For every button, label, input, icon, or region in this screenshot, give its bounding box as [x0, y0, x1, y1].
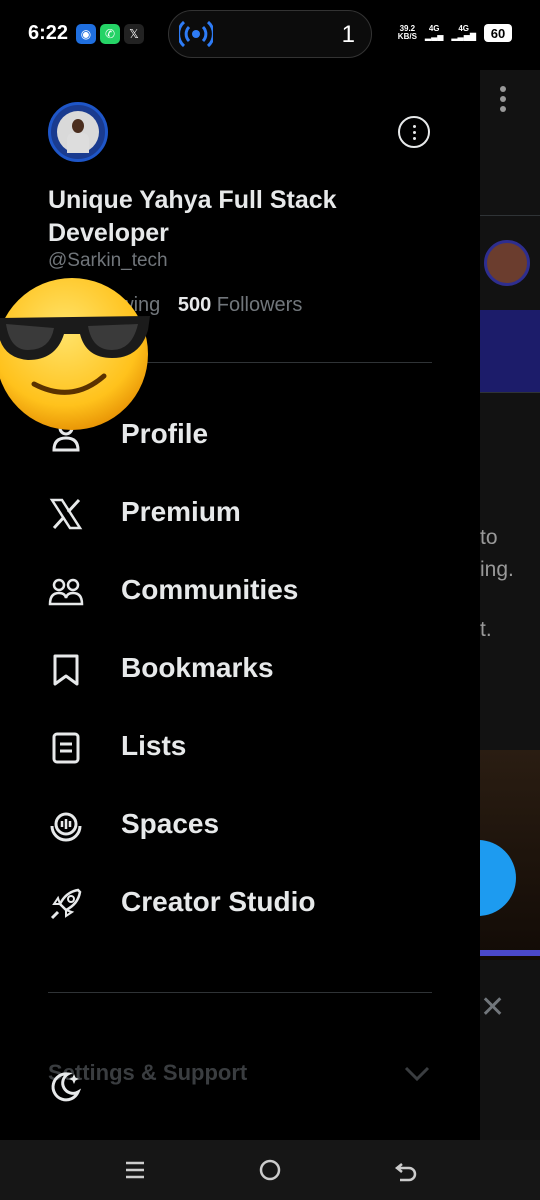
- spaces-icon: [50, 812, 82, 842]
- menu-item-spaces[interactable]: Spaces: [0, 794, 480, 854]
- profile-handle: @Sarkin_tech: [48, 250, 168, 271]
- menu-item-bookmarks[interactable]: Bookmarks: [0, 638, 480, 698]
- close-icon[interactable]: ✕: [480, 990, 505, 1025]
- list-icon: [52, 732, 80, 764]
- overflow-menu-icon[interactable]: [500, 86, 506, 112]
- messenger-app-icon: ◉: [76, 24, 96, 44]
- feed-text: to: [480, 526, 498, 549]
- background-feed: to ing. t. ✕: [480, 70, 540, 1140]
- recents-icon[interactable]: [124, 1160, 146, 1180]
- broadcast-icon: [179, 20, 213, 48]
- menu-item-label: Premium: [121, 496, 241, 527]
- whatsapp-app-icon: ✆: [100, 24, 120, 44]
- menu-item-communities[interactable]: Communities: [0, 560, 480, 620]
- communities-icon: [48, 578, 84, 606]
- feed-bar: [480, 950, 540, 956]
- menu-item-premium[interactable]: Premium: [0, 482, 480, 542]
- battery-icon: 60: [484, 24, 512, 42]
- menu-item-label: Communities: [121, 574, 299, 605]
- navigation-drawer: Unique Yahya Full Stack Developer @Sarki…: [0, 70, 480, 1140]
- avatar[interactable]: [48, 102, 108, 162]
- rocket-icon: [50, 888, 82, 920]
- feed-avatar: [484, 240, 530, 286]
- followers-count[interactable]: 500: [178, 294, 211, 316]
- clock: 6:22: [28, 22, 69, 44]
- live-activity-pill[interactable]: 1: [168, 10, 372, 58]
- status-bar: 6:22 ◉ ✆ 𝕏 1 39.2 KB/S 4G ▂▃▅ 4G ▂▃▅▇ 60: [0, 0, 540, 70]
- status-indicators: 39.2 KB/S 4G ▂▃▅ 4G ▂▃▅▇ 60: [398, 24, 512, 42]
- net-speed: 39.2 KB/S: [397, 24, 417, 41]
- system-nav-bar: [0, 1140, 540, 1200]
- signal-2: 4G ▂▃▅▇: [451, 24, 476, 41]
- menu-item-creator-studio[interactable]: Creator Studio: [0, 872, 480, 932]
- home-icon[interactable]: [258, 1158, 282, 1182]
- menu-item-lists[interactable]: Lists: [0, 716, 480, 776]
- x-logo-icon: [49, 498, 83, 530]
- chevron-down-icon[interactable]: [404, 1066, 430, 1082]
- live-count: 1: [341, 21, 355, 48]
- bookmark-icon: [53, 654, 79, 686]
- feed-highlight: [480, 310, 540, 392]
- x-app-icon: 𝕏: [124, 24, 144, 44]
- sunglasses-emoji-icon: [0, 278, 150, 430]
- followers-label[interactable]: Followers: [217, 294, 303, 316]
- menu-item-label: Creator Studio: [121, 886, 316, 917]
- menu-item-label: Spaces: [121, 808, 220, 839]
- signal-1: 4G ▂▃▅: [424, 24, 444, 41]
- divider: [48, 992, 432, 993]
- menu-item-label: Lists: [121, 730, 187, 761]
- feed-text: ing.: [480, 558, 514, 581]
- profile-name: Unique Yahya Full Stack Developer: [48, 186, 337, 247]
- back-icon[interactable]: [394, 1158, 418, 1182]
- menu-item-label: Bookmarks: [121, 652, 274, 683]
- more-options-icon[interactable]: [398, 116, 430, 148]
- moon-icon[interactable]: [48, 1070, 82, 1104]
- feed-text: t.: [480, 618, 492, 641]
